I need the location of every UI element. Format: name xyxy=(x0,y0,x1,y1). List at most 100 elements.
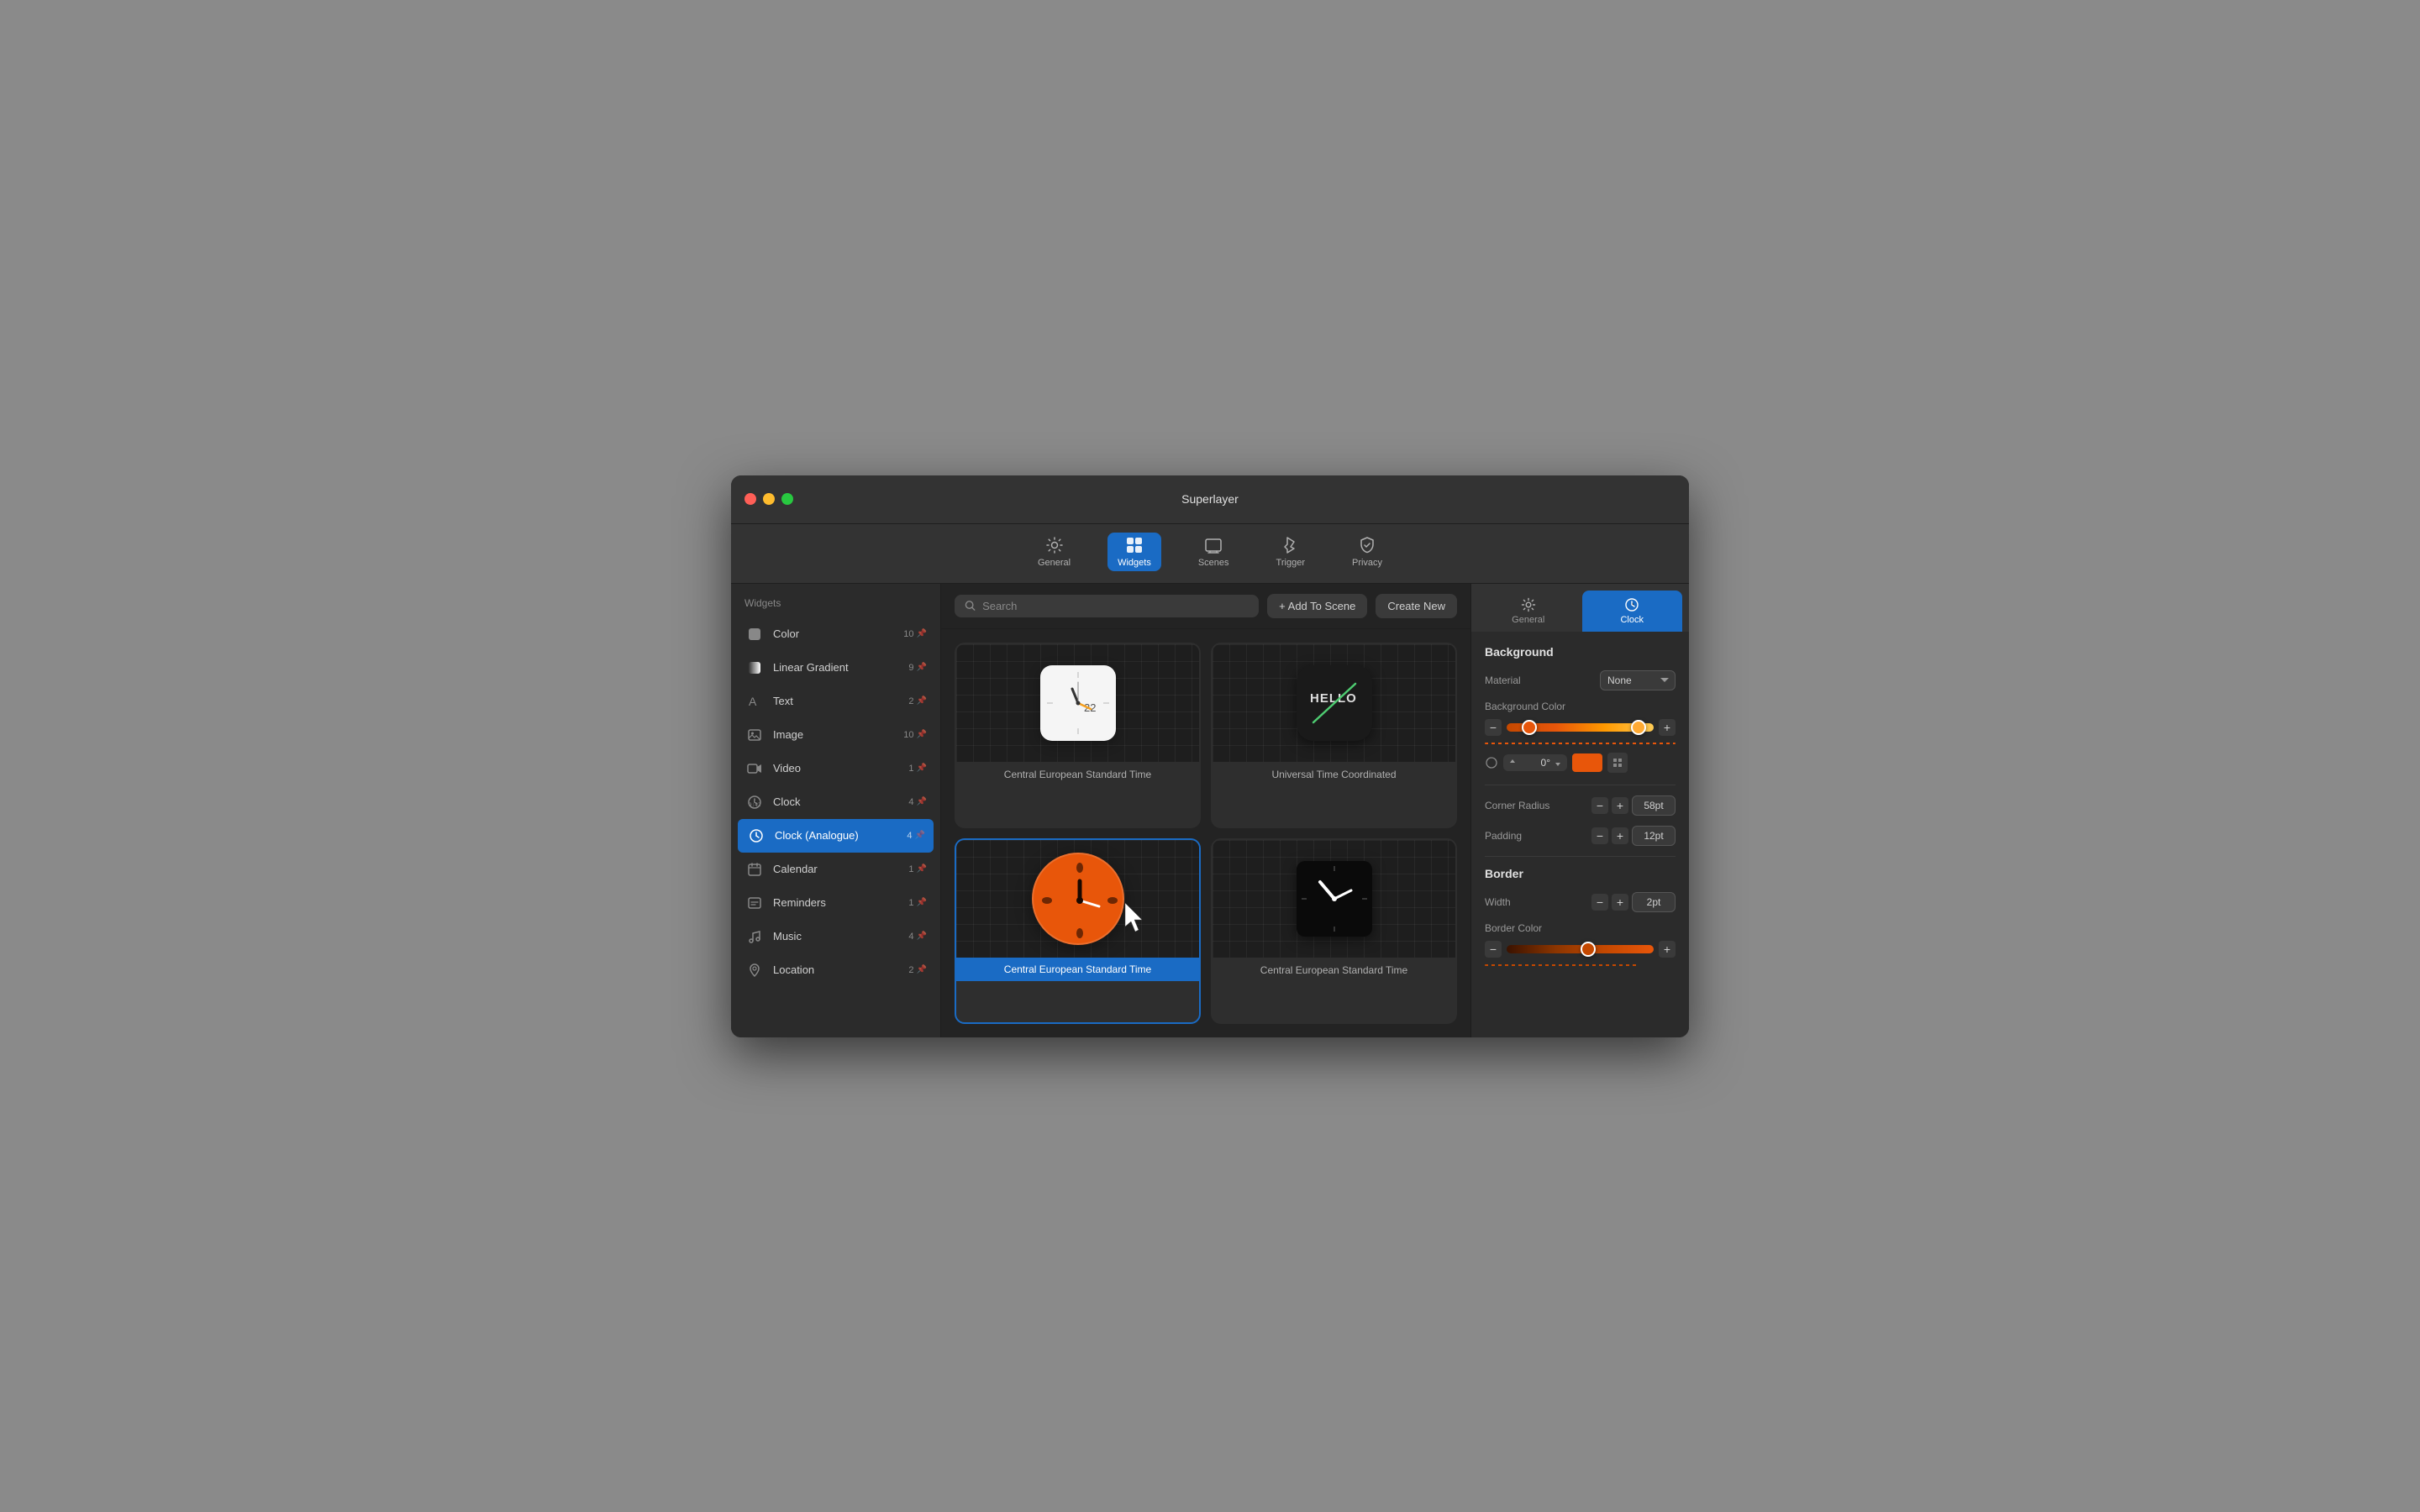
sidebar-item-image[interactable]: Image 10 📌 xyxy=(731,718,940,752)
border-color-thumb[interactable] xyxy=(1581,942,1596,957)
angle-input[interactable] xyxy=(1520,757,1550,769)
background-color-slider-row: − + xyxy=(1485,719,1676,736)
clock-face-svg: 22 xyxy=(1040,665,1116,741)
sidebar-item-clock-analogue[interactable]: Clock (Analogue) 4 📌 xyxy=(738,819,934,853)
sidebar-item-video[interactable]: Video 1 📌 xyxy=(731,752,940,785)
border-width-minus[interactable]: − xyxy=(1591,894,1608,911)
sidebar-item-count: 2 📌 xyxy=(908,696,927,706)
angle-row xyxy=(1485,753,1676,773)
widget-preview-orange-clock xyxy=(956,840,1199,958)
border-color-label: Border Color xyxy=(1485,922,1676,934)
add-to-scene-button[interactable]: + Add To Scene xyxy=(1267,594,1367,618)
corner-radius-stepper: − + xyxy=(1591,795,1676,816)
widget-card-label: Central European Standard Time xyxy=(1213,958,1455,983)
search-box[interactable] xyxy=(955,595,1259,617)
sidebar-item-reminders[interactable]: Reminders 1 📌 xyxy=(731,886,940,920)
sidebar-item-count: 10 📌 xyxy=(903,730,927,740)
orange-clock xyxy=(1032,853,1124,945)
bg-color-minus[interactable]: − xyxy=(1485,719,1502,736)
padding-minus[interactable]: − xyxy=(1591,827,1608,844)
toolbar-item-scenes[interactable]: Scenes xyxy=(1188,533,1239,571)
text-icon: A xyxy=(744,691,765,711)
toolbar-item-general[interactable]: General xyxy=(1028,533,1081,571)
material-select[interactable]: None Blur xyxy=(1600,670,1676,690)
corner-radius-label: Corner Radius xyxy=(1485,800,1585,811)
privacy-icon xyxy=(1358,536,1376,554)
border-color-plus[interactable]: + xyxy=(1659,941,1676,958)
border-width-input[interactable] xyxy=(1632,892,1676,912)
location-icon xyxy=(744,960,765,980)
trigger-icon xyxy=(1281,536,1300,554)
sidebar-item-label: Linear Gradient xyxy=(773,661,900,674)
toolbar-item-privacy[interactable]: Privacy xyxy=(1342,533,1392,571)
down-arrow-icon xyxy=(1554,759,1562,767)
dark-rounded-clock: HELLO xyxy=(1297,665,1372,741)
toolbar-item-trigger[interactable]: Trigger xyxy=(1266,533,1315,571)
corner-radius-minus[interactable]: − xyxy=(1591,797,1608,814)
minimize-button[interactable] xyxy=(763,493,775,505)
widget-card-label: Central European Standard Time xyxy=(956,958,1199,981)
gear-icon xyxy=(1045,536,1064,554)
right-panel: General Clock Background Material xyxy=(1470,584,1689,1037)
search-input[interactable] xyxy=(982,600,1249,612)
corner-radius-row: Corner Radius − + xyxy=(1485,795,1676,816)
sidebar-item-location[interactable]: Location 2 📌 xyxy=(731,953,940,987)
sidebar-item-label: Text xyxy=(773,695,900,707)
reminders-icon xyxy=(744,893,765,913)
border-gradient-dotted-line xyxy=(1485,964,1638,966)
toolbar-item-widgets[interactable]: Widgets xyxy=(1107,533,1161,571)
create-new-button[interactable]: Create New xyxy=(1376,594,1457,618)
sidebar-item-label: Reminders xyxy=(773,896,900,909)
corner-radius-plus[interactable]: + xyxy=(1612,797,1628,814)
border-color-minus[interactable]: − xyxy=(1485,941,1502,958)
sidebar-item-text[interactable]: A Text 2 📌 xyxy=(731,685,940,718)
close-button[interactable] xyxy=(744,493,756,505)
padding-plus[interactable]: + xyxy=(1612,827,1628,844)
border-color-slider-row: − + xyxy=(1485,941,1676,958)
main-content: Widgets Color 10 📌 Linear Gradient 9 📌 xyxy=(731,584,1689,1037)
maximize-button[interactable] xyxy=(781,493,793,505)
orange-clock-svg xyxy=(1034,854,1126,947)
sidebar-item-linear-gradient[interactable]: Linear Gradient 9 📌 xyxy=(731,651,940,685)
sidebar-item-count: 10 📌 xyxy=(903,629,927,639)
sidebar-item-clock[interactable]: 9:42 Clock 4 📌 xyxy=(731,785,940,819)
toolbar-label-general: General xyxy=(1038,558,1071,568)
sidebar-item-label: Music xyxy=(773,930,900,942)
border-width-plus[interactable]: + xyxy=(1612,894,1628,911)
sidebar: Widgets Color 10 📌 Linear Gradient 9 📌 xyxy=(731,584,941,1037)
padding-input[interactable] xyxy=(1632,826,1676,846)
widget-card-utc[interactable]: HELLO Universal Time Coordinated xyxy=(1211,643,1457,828)
divider-2 xyxy=(1485,856,1676,857)
widget-card-cest[interactable]: 22 Central European Standard Tim xyxy=(955,643,1201,828)
widget-card-orange[interactable]: Central European Standard Time xyxy=(955,838,1201,1024)
bg-color-thumb-right[interactable] xyxy=(1631,720,1646,735)
sidebar-item-calendar[interactable]: Calendar 1 📌 xyxy=(731,853,940,886)
angle-input-wrap[interactable] xyxy=(1503,754,1567,771)
sidebar-item-count: 4 📌 xyxy=(908,797,927,807)
sidebar-item-label: Clock xyxy=(773,795,900,808)
hello-clock-svg: HELLO xyxy=(1297,665,1372,741)
background-color-label: Background Color xyxy=(1485,701,1676,712)
tab-general-label: General xyxy=(1512,615,1544,625)
grid-view-button[interactable] xyxy=(1607,753,1628,773)
border-width-row: Width − + xyxy=(1485,892,1676,912)
cursor-indicator xyxy=(1125,903,1149,937)
bg-color-plus[interactable]: + xyxy=(1659,719,1676,736)
clock-tab-icon xyxy=(1624,597,1639,612)
sidebar-item-music[interactable]: Music 4 📌 xyxy=(731,920,940,953)
tab-clock[interactable]: Clock xyxy=(1582,591,1683,632)
tab-general[interactable]: General xyxy=(1478,591,1579,632)
corner-radius-input[interactable] xyxy=(1632,795,1676,816)
color-preview[interactable] xyxy=(1572,753,1602,772)
bg-color-thumb-left[interactable] xyxy=(1522,720,1537,735)
widget-preview-white-clock: 22 xyxy=(956,644,1199,762)
section-border-title: Border xyxy=(1485,867,1676,880)
widget-card-black[interactable]: Central European Standard Time xyxy=(1211,838,1457,1024)
material-label: Material xyxy=(1485,675,1593,686)
clock-analogue-icon xyxy=(746,826,766,846)
white-clock: 22 xyxy=(1040,665,1116,741)
sidebar-item-label: Calendar xyxy=(773,863,900,875)
sidebar-item-color[interactable]: Color 10 📌 xyxy=(731,617,940,651)
svg-text:9:42: 9:42 xyxy=(749,802,761,808)
sidebar-item-count: 1 📌 xyxy=(908,764,927,774)
